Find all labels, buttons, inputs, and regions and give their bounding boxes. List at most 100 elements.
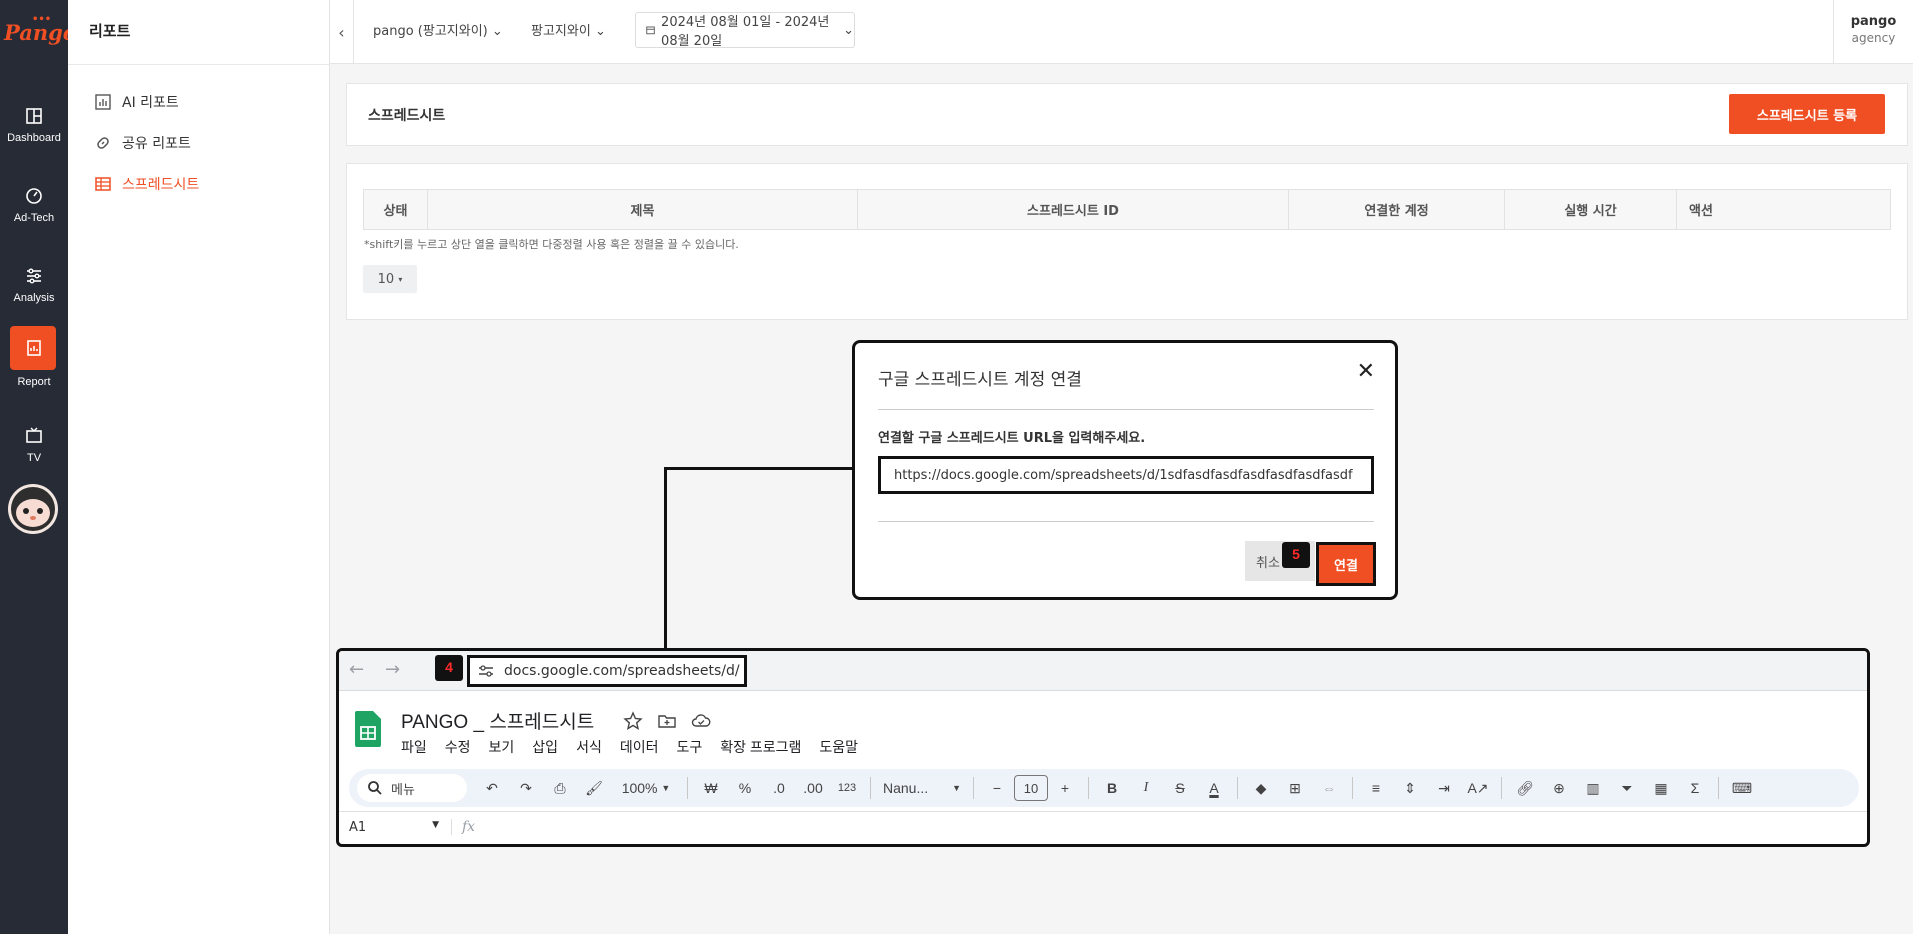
font-size-input[interactable]: 10 [1014, 775, 1048, 801]
menu-tools[interactable]: 도구 [676, 737, 702, 757]
paint-format-icon[interactable]: 🖌︎ [577, 774, 611, 802]
step-badge-4: 4 [435, 655, 463, 681]
sheets-menu-bar: 파일 수정 보기 삽입 서식 데이터 도구 확장 프로그램 도움말 [401, 737, 858, 757]
menu-insert[interactable]: 삽입 [532, 737, 558, 757]
sidebar-item-ai-report[interactable]: AI 리포트 [94, 90, 179, 114]
star-icon[interactable] [623, 711, 643, 731]
number-format-button[interactable]: 123 [830, 774, 864, 802]
filter-views-icon[interactable]: ▦ [1644, 774, 1678, 802]
toolbar-separator [1501, 777, 1502, 799]
rail-item-analysis[interactable]: Analysis [0, 256, 68, 318]
menu-help[interactable]: 도움말 [819, 737, 858, 757]
gauge-icon [26, 188, 42, 204]
column-header-action[interactable]: 액션 [1677, 190, 1890, 229]
input-tools-icon[interactable]: ⌨ [1725, 774, 1759, 802]
name-box[interactable]: A1 ▼ [349, 820, 439, 835]
caret-down-icon: ▼ [432, 820, 439, 830]
forward-arrow-icon[interactable]: → [385, 659, 400, 680]
increase-decimal-button[interactable]: .00 [796, 774, 830, 802]
menu-view[interactable]: 보기 [489, 737, 515, 757]
column-header-status[interactable]: 상태 [364, 190, 428, 229]
currency-format-button[interactable]: ₩ [694, 774, 728, 802]
connect-button[interactable]: 연결 [1316, 542, 1376, 586]
user-menu[interactable]: pango agency [1833, 0, 1913, 64]
italic-icon[interactable]: I [1129, 774, 1163, 802]
date-range-picker[interactable]: 2024년 08월 01일 - 2024년 08월 20일 ⌄ [635, 12, 855, 49]
rail-item-tv[interactable]: TV [0, 416, 68, 478]
brand-select[interactable]: 팡고지와이 ⌄ [531, 20, 606, 39]
move-folder-icon[interactable] [657, 711, 677, 731]
bold-icon[interactable]: B [1095, 774, 1129, 802]
fill-color-icon[interactable]: ◆ [1244, 774, 1278, 802]
vertical-align-icon[interactable]: ⇕ [1393, 774, 1427, 802]
google-sheets-icon[interactable] [355, 711, 381, 747]
text-color-icon[interactable]: A [1197, 774, 1231, 802]
text-wrap-icon[interactable]: ⇥ [1427, 774, 1461, 802]
decrease-font-size-button[interactable]: − [980, 774, 1014, 802]
filter-icon[interactable]: ⏷ [1610, 774, 1644, 802]
strikethrough-icon[interactable]: S [1163, 774, 1197, 802]
undo-icon[interactable]: ↶ [475, 774, 509, 802]
account-select[interactable]: pango (팡고지와이) ⌄ [373, 20, 503, 39]
zoom-select[interactable]: 100% ▼ [611, 774, 681, 802]
menu-extensions[interactable]: 확장 프로그램 [720, 737, 801, 757]
address-url-field[interactable]: docs.google.com/spreadsheets/d/ [467, 655, 747, 687]
close-icon[interactable]: ✕ [1357, 361, 1375, 383]
layout-icon [26, 108, 42, 124]
menu-format[interactable]: 서식 [576, 737, 602, 757]
doc-title[interactable]: PANGO _ 스프레드시트 [401, 707, 594, 734]
rail-item-dashboard[interactable]: Dashboard [0, 96, 68, 158]
column-header-account[interactable]: 연결한 계정 [1289, 190, 1505, 229]
site-settings-icon [479, 665, 493, 677]
menu-file[interactable]: 파일 [401, 737, 427, 757]
sidebar-item-label: 공유 리포트 [122, 136, 191, 152]
sidebar-item-spreadsheet[interactable]: 스프레드시트 [94, 172, 199, 196]
back-arrow-icon[interactable]: ← [349, 659, 364, 680]
print-icon[interactable]: ⎙ [543, 774, 577, 802]
connector-line [664, 467, 878, 470]
pango-logo[interactable]: ••• Pango [4, 12, 77, 46]
rail-label: Dashboard [7, 132, 61, 144]
chevron-left-icon: ‹ [338, 22, 345, 42]
caret-down-icon: ▼ [661, 783, 671, 793]
increase-font-size-button[interactable]: + [1048, 774, 1082, 802]
menu-edit[interactable]: 수정 [445, 737, 471, 757]
mascot-avatar-icon[interactable] [8, 484, 58, 534]
font-select[interactable]: Nanu... ▼ [877, 774, 967, 802]
decrease-decimal-button[interactable]: .0 [762, 774, 796, 802]
text-rotation-icon[interactable]: A↗ [1461, 774, 1495, 802]
merge-cells-icon[interactable]: ⇔ [1312, 774, 1346, 802]
toolbar-separator [870, 777, 871, 799]
insert-chart-icon[interactable]: ▥ [1576, 774, 1610, 802]
collapse-sidebar-button[interactable]: ‹ [330, 0, 354, 64]
page-size-select[interactable]: 10 ▾ [363, 265, 417, 293]
functions-icon[interactable]: Σ [1678, 774, 1712, 802]
column-header-run-time[interactable]: 실행 시간 [1505, 190, 1677, 229]
insert-link-icon[interactable]: 🔗︎ [1508, 774, 1542, 802]
column-header-title[interactable]: 제목 [428, 190, 858, 229]
menu-search[interactable]: 메뉴 [357, 774, 467, 802]
connect-sheet-modal: 구글 스프레드시트 계정 연결 ✕ 연결할 구글 스프레드시트 URL을 입력해… [852, 340, 1398, 600]
caret-down-icon: ▼ [952, 783, 961, 793]
borders-icon[interactable]: ⊞ [1278, 774, 1312, 802]
rail-label: Report [17, 376, 51, 388]
column-header-spreadsheet-id[interactable]: 스프레드시트 ID [858, 190, 1289, 229]
rail-label: Ad-Tech [13, 212, 55, 224]
sidebar-item-shared-report[interactable]: 공유 리포트 [94, 131, 191, 155]
menu-data[interactable]: 데이터 [620, 737, 659, 757]
report-icon [27, 340, 41, 356]
insert-comment-icon[interactable]: ⊕ [1542, 774, 1576, 802]
sheet-url-input[interactable] [878, 456, 1374, 494]
horizontal-align-icon[interactable]: ≡ [1359, 774, 1393, 802]
page-title: 스프레드시트 [368, 108, 446, 124]
chevron-down-icon: ⌄ [843, 22, 854, 38]
redo-icon[interactable]: ↷ [509, 774, 543, 802]
percent-format-button[interactable]: % [728, 774, 762, 802]
rail-item-ad-tech[interactable]: Ad-Tech [0, 176, 68, 238]
register-spreadsheet-button[interactable]: 스프레드시트 등록 [1729, 94, 1885, 134]
caret-down-icon: ▾ [398, 274, 403, 284]
spreadsheet-table-panel: 상태 제목 스프레드시트 ID 연결한 계정 실행 시간 액션 *shift키를… [346, 163, 1908, 320]
cloud-saved-icon[interactable] [691, 711, 711, 731]
rail-item-report[interactable]: Report [0, 326, 68, 388]
app-rail: ••• Pango Dashboard Ad-Tech Analysis Rep… [0, 0, 77, 934]
